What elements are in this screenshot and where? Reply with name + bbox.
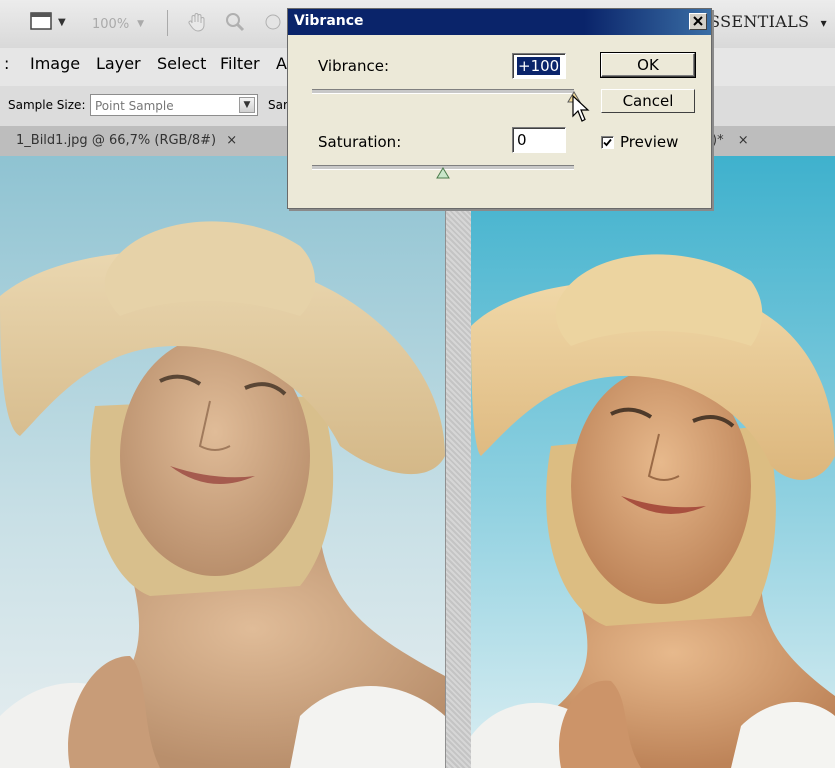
cancel-button[interactable]: Cancel bbox=[601, 89, 695, 113]
dialog-title: Vibrance bbox=[294, 13, 364, 29]
tab-document-left[interactable]: 1_Bild1.jpg @ 66,7% (RGB/8#) × bbox=[8, 126, 245, 156]
dialog-close-button[interactable] bbox=[689, 13, 707, 30]
window-divider[interactable] bbox=[445, 156, 473, 768]
close-icon bbox=[693, 16, 703, 26]
rotate-view-button[interactable] bbox=[262, 11, 284, 33]
sample-size-select[interactable]: Point Sample ▼ bbox=[90, 94, 258, 116]
rotate-view-icon bbox=[265, 14, 281, 30]
preview-label: Preview bbox=[620, 133, 679, 151]
saturation-input[interactable]: 0 bbox=[512, 127, 566, 153]
vibrance-value: +100 bbox=[517, 57, 561, 75]
screen-mode-icon bbox=[30, 12, 52, 30]
menu-filter[interactable]: Filter bbox=[220, 54, 260, 73]
menu-fragment: : bbox=[4, 54, 10, 73]
checkmark-icon bbox=[603, 138, 612, 146]
sample-size-value: Point Sample bbox=[95, 99, 174, 113]
dropdown-arrow-icon: ▼ bbox=[239, 97, 255, 113]
close-icon[interactable]: × bbox=[226, 133, 237, 148]
document-canvas-left[interactable] bbox=[0, 156, 445, 768]
chevron-down-icon: ▾ bbox=[820, 16, 827, 30]
menu-image[interactable]: Image bbox=[30, 54, 80, 73]
close-icon[interactable]: × bbox=[738, 133, 749, 148]
workspace-label: ESSENTIALS bbox=[697, 12, 810, 31]
zoom-tool-button[interactable] bbox=[224, 11, 246, 33]
photo-woman-in-hat-original bbox=[0, 156, 445, 768]
menu-layer[interactable]: Layer bbox=[96, 54, 141, 73]
hand-tool-button[interactable] bbox=[186, 11, 208, 33]
sample-label-truncated: Sar bbox=[268, 98, 288, 112]
saturation-value: 0 bbox=[517, 131, 527, 149]
ok-button[interactable]: OK bbox=[600, 52, 696, 78]
zoom-level-value: 100% bbox=[92, 16, 130, 32]
workspace-switcher[interactable]: ESSENTIALS ▾ bbox=[697, 12, 827, 31]
zoom-icon bbox=[226, 13, 245, 32]
menu-select[interactable]: Select bbox=[157, 54, 206, 73]
sample-size-label: Sample Size: bbox=[8, 98, 86, 112]
photo-woman-in-hat-vibrance bbox=[471, 156, 835, 768]
vibrance-input[interactable]: +100 bbox=[512, 53, 566, 79]
toolbar-separator bbox=[167, 10, 168, 36]
zoom-level-dropdown[interactable]: 100% ▼ bbox=[92, 14, 154, 34]
tab-title: 1_Bild1.jpg @ 66,7% (RGB/8#) bbox=[16, 133, 217, 148]
hand-icon bbox=[188, 13, 205, 32]
screen-mode-button[interactable]: ▼ bbox=[28, 10, 66, 34]
arrow-cursor-icon bbox=[572, 95, 590, 122]
preview-checkbox[interactable]: Preview bbox=[601, 133, 678, 151]
menu-analysis[interactable]: A bbox=[276, 54, 287, 73]
saturation-label: Saturation: bbox=[318, 133, 402, 151]
document-canvas-right[interactable] bbox=[471, 156, 835, 768]
dialog-title-bar[interactable]: Vibrance bbox=[288, 9, 711, 35]
tab-title-truncated: )* bbox=[712, 133, 724, 148]
vibrance-dialog: Vibrance Vibrance: +100 Saturation: 0 OK… bbox=[287, 8, 712, 209]
saturation-slider-thumb[interactable] bbox=[436, 167, 450, 179]
vibrance-label: Vibrance: bbox=[318, 57, 390, 75]
vibrance-slider-track[interactable] bbox=[312, 89, 574, 94]
preview-checkbox-box[interactable] bbox=[601, 135, 614, 149]
